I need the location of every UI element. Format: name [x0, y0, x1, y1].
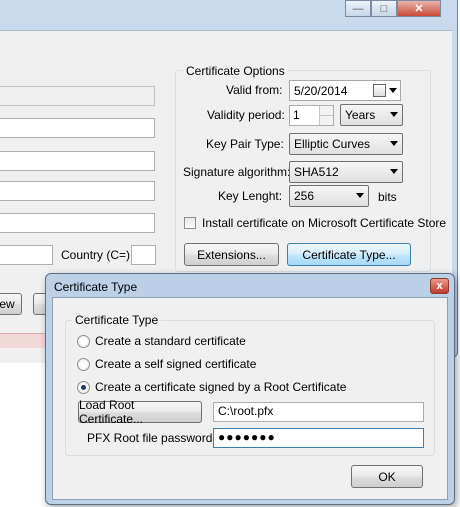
signature-algorithm-label: Signature algorithm:: [183, 165, 291, 179]
ok-button[interactable]: OK: [351, 465, 423, 488]
load-root-certificate-button-label: Load Root Certificate...: [79, 398, 144, 426]
subject-field-3[interactable]: [0, 181, 155, 201]
validity-period-unit: Years: [345, 108, 376, 122]
dialog-close-button[interactable]: x: [430, 278, 449, 294]
key-length-value: 256: [294, 189, 315, 203]
maximize-button[interactable]: □: [371, 0, 397, 17]
status-strip: [0, 333, 45, 348]
validity-period-value: 1: [293, 108, 300, 122]
radio-standard-certificate-label: Create a standard certificate: [95, 334, 246, 348]
certificate-type-dialog: Certificate Type x Certificate Type Crea…: [45, 273, 455, 505]
root-certificate-path-input[interactable]: C:\root.pfx: [213, 402, 424, 422]
spin-down-icon[interactable]: [319, 116, 333, 125]
minimize-icon: —: [352, 2, 364, 15]
radio-self-signed-certificate-label: Create a self signed certificate: [95, 357, 257, 371]
chevron-down-icon: [389, 88, 397, 93]
extensions-button[interactable]: Extensions...: [184, 243, 279, 266]
close-icon: ✕: [414, 3, 424, 15]
certificate-type-button[interactable]: Certificate Type...: [287, 243, 411, 266]
key-pair-type-value: Elliptic Curves: [294, 137, 371, 151]
certificate-type-button-label: Certificate Type...: [302, 247, 396, 262]
chevron-down-icon: [390, 141, 398, 146]
subject-field-2[interactable]: [0, 151, 155, 171]
spin-up-icon[interactable]: [319, 106, 333, 116]
partial-button[interactable]: ew: [0, 293, 22, 315]
radio-standard-certificate[interactable]: [77, 335, 90, 348]
valid-from-label: Valid from:: [226, 83, 283, 97]
signature-algorithm-value: SHA512: [294, 165, 339, 179]
certificate-options-title: Certificate Options: [183, 64, 288, 78]
radio-root-signed-certificate-label: Create a certificate signed by a Root Ce…: [95, 380, 347, 394]
close-icon: x: [436, 280, 443, 292]
pfx-password-label: PFX Root file password:: [87, 431, 216, 445]
valid-from-value: 5/20/2014: [294, 83, 348, 98]
radio-root-signed-certificate[interactable]: [77, 381, 90, 394]
dialog-title: Certificate Type: [54, 280, 138, 294]
key-length-label: Key Lenght:: [218, 189, 283, 203]
subject-field-disabled: [0, 86, 155, 106]
ok-button-label: OK: [378, 469, 396, 484]
radio-selected-dot: [81, 385, 86, 390]
radio-self-signed-certificate[interactable]: [77, 358, 90, 371]
subject-field-4[interactable]: [0, 213, 155, 233]
validity-period-spinner[interactable]: 1: [289, 105, 334, 126]
subject-field-5[interactable]: [0, 245, 53, 265]
subject-field-1[interactable]: [0, 118, 155, 138]
chevron-down-icon: [390, 169, 398, 174]
window-caption-buttons: — □ ✕: [345, 0, 441, 19]
install-cert-label: Install certificate on Microsoft Certifi…: [202, 216, 447, 230]
minimize-button[interactable]: —: [345, 0, 371, 17]
country-label: Country (C=):: [61, 248, 134, 262]
maximize-icon: □: [380, 2, 388, 15]
certificate-type-group-title: Certificate Type: [72, 313, 162, 327]
key-length-unit: bits: [378, 190, 397, 204]
load-root-certificate-button[interactable]: Load Root Certificate...: [78, 398, 202, 426]
key-pair-type-select[interactable]: Elliptic Curves: [289, 133, 403, 155]
chevron-down-icon: [390, 112, 398, 117]
dialog-client: Certificate Type Create a standard certi…: [52, 297, 448, 500]
country-input[interactable]: [131, 245, 156, 265]
calendar-icon: [373, 84, 386, 97]
valid-from-datepicker[interactable]: 5/20/2014: [289, 80, 401, 101]
validity-period-unit-select[interactable]: Years: [340, 104, 403, 126]
install-cert-checkbox[interactable]: [184, 217, 196, 229]
signature-algorithm-select[interactable]: SHA512: [289, 161, 403, 183]
key-pair-type-label: Key Pair Type:: [206, 137, 284, 151]
pfx-password-input[interactable]: ●●●●●●●: [213, 428, 424, 448]
chevron-down-icon: [356, 193, 364, 198]
validity-period-label: Validity period:: [207, 108, 285, 122]
key-length-select[interactable]: 256: [289, 185, 369, 207]
partial-button-label: ew: [0, 297, 15, 311]
close-button[interactable]: ✕: [397, 0, 441, 17]
extensions-button-label: Extensions...: [197, 247, 266, 262]
